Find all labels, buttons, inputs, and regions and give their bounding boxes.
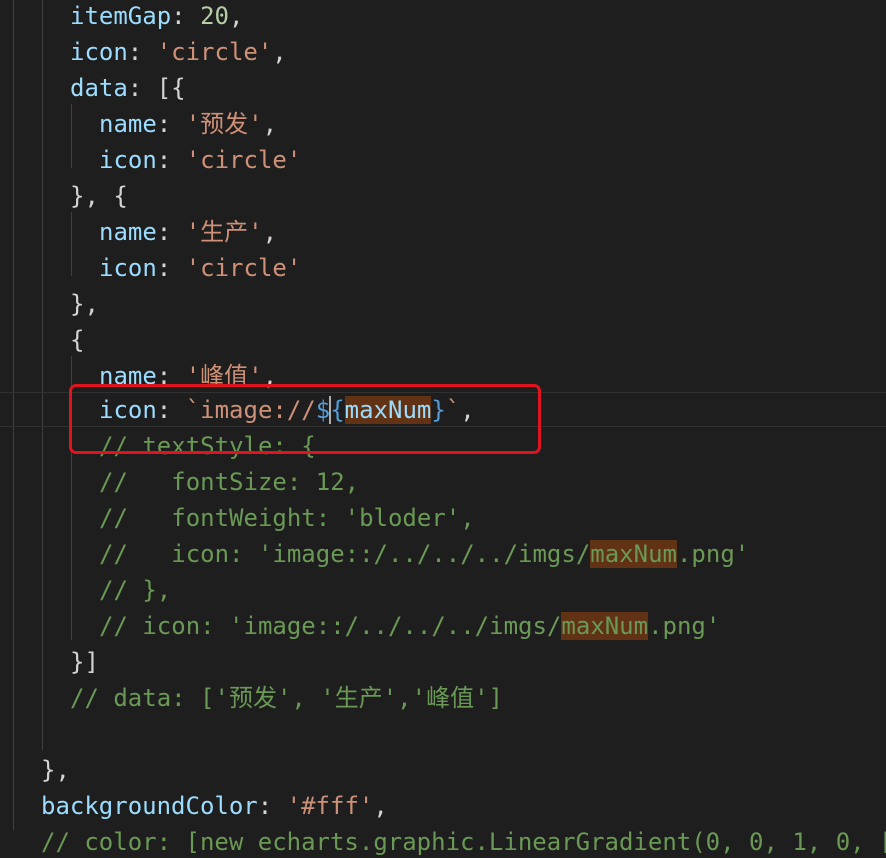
punctuation: : <box>156 218 186 246</box>
string-literal: '预发' <box>185 110 263 138</box>
comment: // icon: 'image::/../../../imgs/ <box>99 612 562 640</box>
punctuation: , <box>228 2 244 30</box>
code-line[interactable]: }, <box>0 286 886 322</box>
punctuation: : <box>171 2 201 30</box>
code-line[interactable]: // color: [new echarts.graphic.LinearGra… <box>0 824 886 858</box>
punctuation: { <box>70 326 85 354</box>
code-line[interactable]: }] <box>0 644 886 680</box>
comment: .png' <box>676 540 750 568</box>
code-line[interactable]: name: '生产', <box>0 214 886 250</box>
property-key: backgroundColor <box>41 792 258 820</box>
punctuation: [{ <box>156 74 186 102</box>
code-line[interactable]: // icon: 'image::/../../../imgs/maxNum.p… <box>0 536 886 572</box>
property-key: icon <box>99 146 157 174</box>
punctuation: : <box>156 254 186 282</box>
code-line[interactable]: backgroundColor: '#fff', <box>0 788 886 824</box>
property-key: icon <box>70 38 128 66</box>
comment: // fontSize: 12, <box>99 468 360 496</box>
code-line[interactable]: icon: 'circle', <box>0 34 886 70</box>
code-line[interactable]: itemGap: 20, <box>0 0 886 34</box>
code-line[interactable]: // fontWeight: 'bloder', <box>0 500 886 536</box>
punctuation: , <box>373 792 388 820</box>
code-line[interactable]: icon: 'circle' <box>0 250 886 286</box>
comment: // icon: 'image::/../../../imgs/ <box>99 540 591 568</box>
comment: .png' <box>648 612 721 640</box>
comment: // color: [new echarts.graphic.LinearGra… <box>41 828 886 856</box>
punctuation: , <box>262 110 278 138</box>
punctuation: : <box>127 74 157 102</box>
annotation-highlight-box <box>69 384 541 454</box>
code-line[interactable]: data: [{ <box>0 70 886 106</box>
punctuation: : <box>127 38 157 66</box>
string-literal: '#fff' <box>286 792 374 820</box>
code-line[interactable]: // icon: 'image::/../../../imgs/maxNum.p… <box>0 608 886 644</box>
code-editor[interactable]: itemGap: 20, icon: 'circle', data: [{ na… <box>0 0 886 858</box>
code-line[interactable]: // data: ['预发', '生产','峰值'] <box>0 680 886 716</box>
punctuation: : <box>257 792 287 820</box>
code-line[interactable]: // }, <box>0 572 886 608</box>
comment-highlighted-word: maxNum <box>590 540 677 568</box>
string-literal: 'circle' <box>185 146 302 174</box>
number-literal: 20 <box>200 2 229 30</box>
punctuation: , <box>262 218 278 246</box>
punctuation: }, <box>70 290 99 318</box>
property-key: name <box>99 110 157 138</box>
property-key: data <box>70 74 128 102</box>
code-line[interactable]: }, <box>0 752 886 788</box>
string-literal: 'circle' <box>156 38 273 66</box>
code-line[interactable]: { <box>0 322 886 358</box>
comment-highlighted-word: maxNum <box>561 612 649 640</box>
punctuation: : <box>156 110 186 138</box>
comment: // }, <box>99 576 172 604</box>
code-line[interactable]: }, { <box>0 178 886 214</box>
code-line[interactable]: icon: 'circle' <box>0 142 886 178</box>
property-key: icon <box>99 254 157 282</box>
punctuation: }, { <box>70 182 128 210</box>
code-line-empty[interactable] <box>0 716 886 752</box>
punctuation: , <box>272 38 287 66</box>
property-key: itemGap <box>70 2 172 30</box>
property-key: name <box>99 218 157 246</box>
code-line[interactable]: name: '预发', <box>0 106 886 142</box>
comment: // fontWeight: 'bloder', <box>99 504 475 532</box>
comment: // data: ['预发', '生产','峰值'] <box>70 684 503 712</box>
string-literal: 'circle' <box>185 254 302 282</box>
code-line[interactable]: // fontSize: 12, <box>0 464 886 500</box>
punctuation: : <box>156 146 186 174</box>
punctuation: }] <box>70 648 99 676</box>
punctuation: }, <box>41 756 70 784</box>
string-literal: '生产' <box>185 218 263 246</box>
